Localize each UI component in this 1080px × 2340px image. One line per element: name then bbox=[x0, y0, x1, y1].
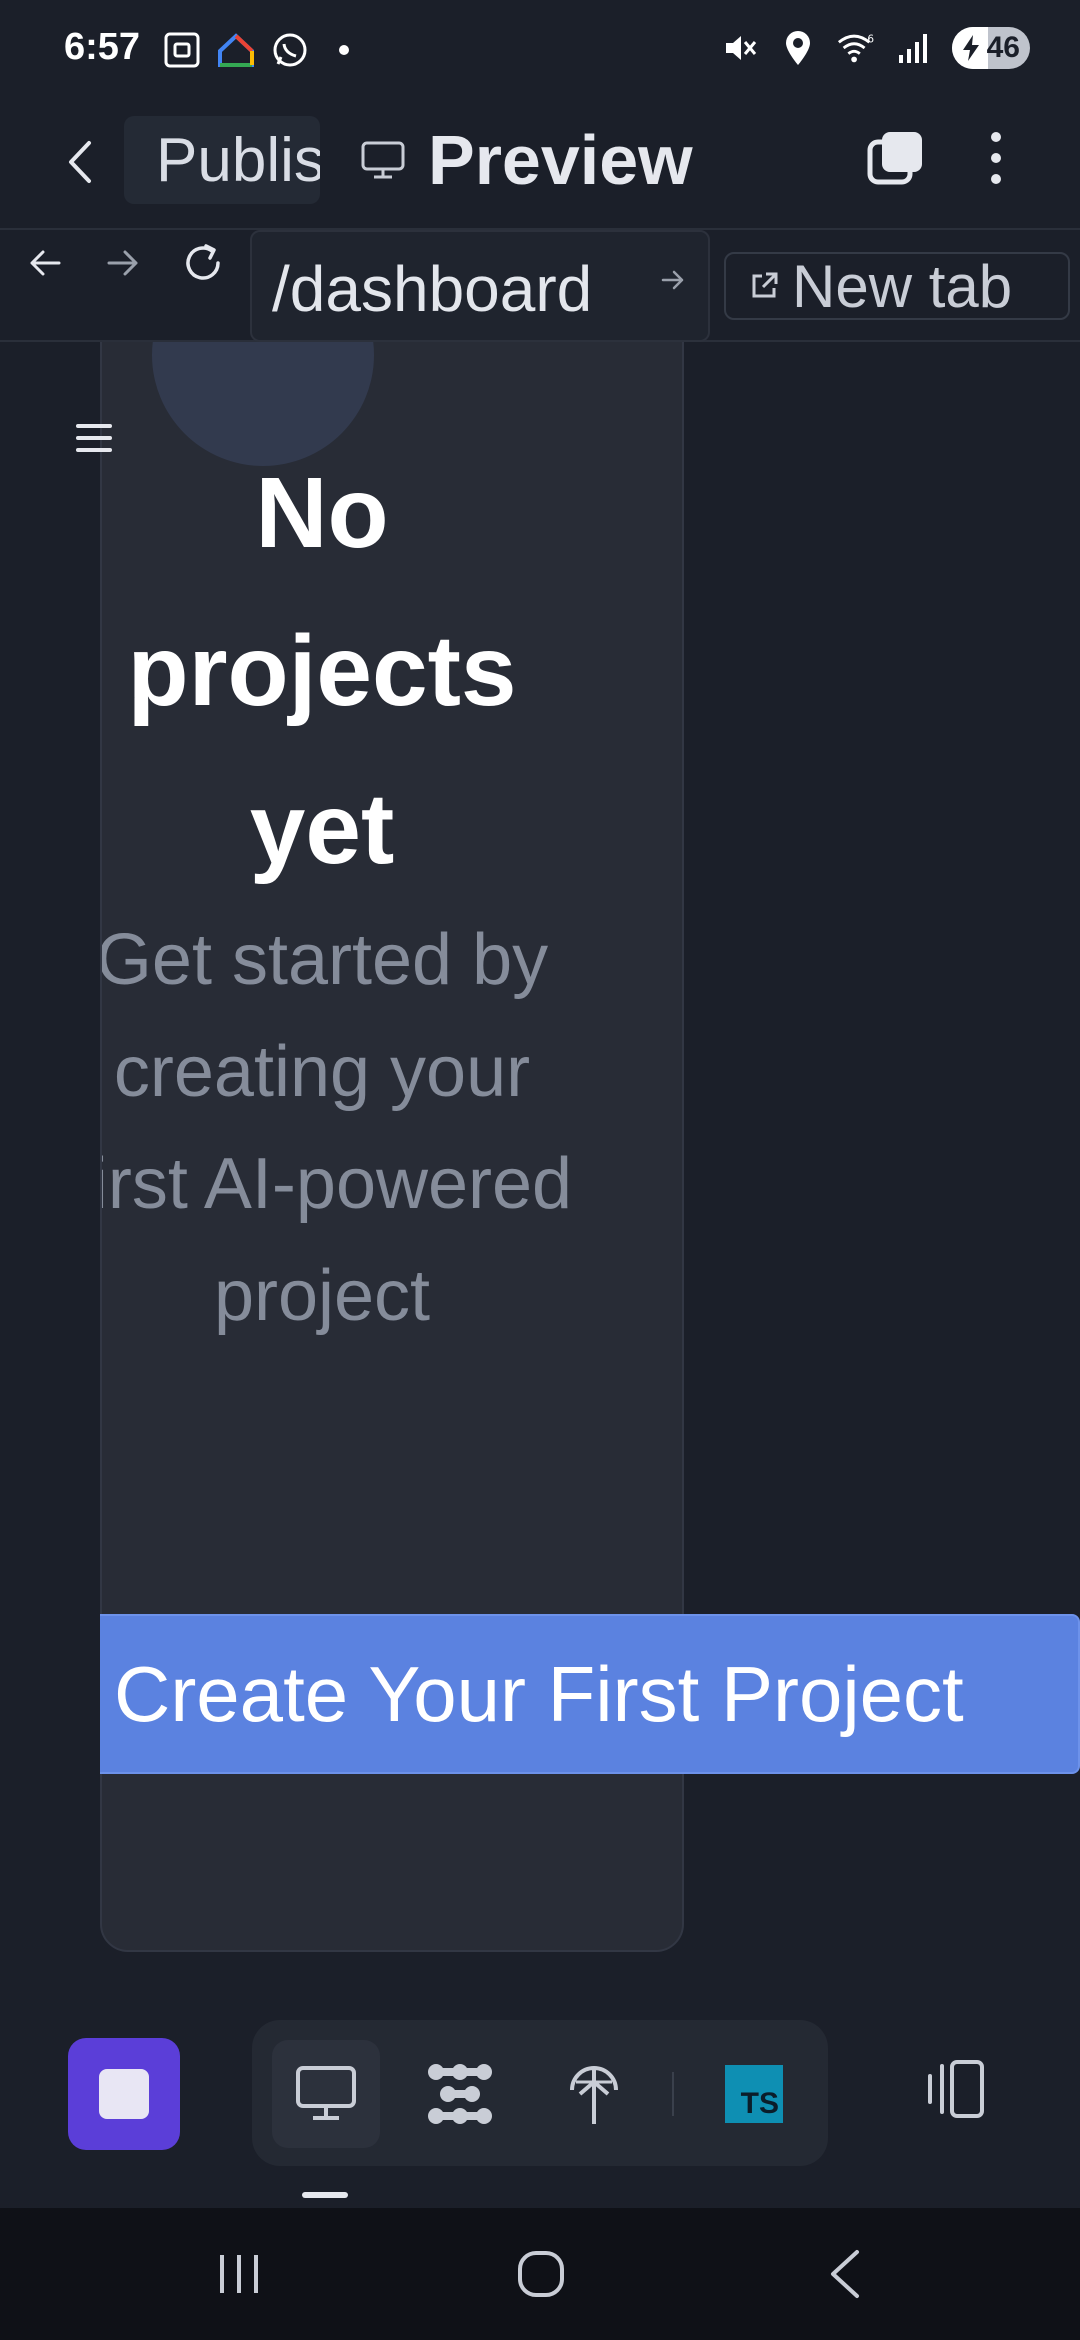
system-navigation-bar bbox=[0, 2208, 1080, 2340]
arrow-left-icon bbox=[30, 250, 61, 276]
mute-icon bbox=[720, 26, 760, 70]
screenshot-icon bbox=[162, 28, 202, 72]
browser-forward-button[interactable] bbox=[98, 238, 148, 288]
toolbar-divider bbox=[672, 2072, 674, 2116]
chevron-left-icon bbox=[831, 2250, 859, 2298]
tool-publish[interactable] bbox=[540, 2040, 648, 2148]
monitor-icon bbox=[361, 141, 405, 179]
stop-button[interactable] bbox=[68, 2038, 180, 2150]
stop-icon bbox=[99, 2069, 149, 2119]
system-back-button[interactable] bbox=[810, 2244, 880, 2304]
url-text: /dashboard bbox=[272, 253, 593, 325]
typescript-icon: TS bbox=[725, 2065, 783, 2123]
status-bar: 6:57 6 46 bbox=[0, 0, 1080, 100]
browser-reload-button[interactable] bbox=[178, 238, 228, 288]
tab-preview-label: Preview bbox=[428, 121, 693, 199]
chevron-left-icon bbox=[69, 141, 91, 183]
device-toggle-button[interactable] bbox=[916, 2044, 996, 2134]
empty-state-subtitle: Get started by creating your first AI-po… bbox=[100, 920, 573, 1336]
more-dot-icon bbox=[991, 132, 1001, 142]
menu-line bbox=[76, 448, 112, 452]
status-left-icons bbox=[162, 28, 364, 72]
go-arrow-icon[interactable] bbox=[660, 268, 686, 292]
tab-preview[interactable]: Preview bbox=[360, 116, 693, 204]
browser-back-button[interactable] bbox=[20, 238, 70, 288]
notification-dot-icon bbox=[324, 28, 364, 72]
home-icon bbox=[518, 2251, 564, 2297]
screen: 6:57 6 46 Publis Preview /dashboard New … bbox=[0, 0, 1080, 2340]
svg-text:6: 6 bbox=[867, 33, 874, 45]
menu-line bbox=[76, 424, 112, 428]
device-mobile-icon bbox=[928, 2060, 984, 2118]
status-right-icons: 6 46 bbox=[720, 26, 1030, 70]
tool-nodes[interactable] bbox=[406, 2040, 514, 2148]
bottom-toolbar: TS bbox=[0, 2002, 1080, 2208]
more-dot-icon bbox=[991, 153, 1001, 163]
create-first-project-label: Create Your First Project bbox=[114, 1649, 964, 1738]
signal-icon bbox=[894, 26, 934, 70]
typescript-label: TS bbox=[740, 2087, 779, 2120]
monitor-icon bbox=[296, 2066, 356, 2120]
hamburger-menu-button[interactable] bbox=[76, 420, 112, 456]
layers-icon bbox=[867, 132, 922, 185]
url-input[interactable]: /dashboard bbox=[250, 230, 710, 342]
publish-antenna-icon bbox=[570, 2066, 618, 2124]
battery-percent: 46 bbox=[986, 31, 1020, 64]
reload-icon bbox=[186, 244, 220, 280]
empty-state-title: No projects yet bbox=[127, 457, 517, 885]
new-tab-label: New tab bbox=[792, 252, 1013, 320]
tool-group: TS bbox=[252, 2020, 828, 2166]
tab-publish-label: Publish bbox=[156, 125, 320, 195]
create-first-project-button[interactable]: Create Your First Project bbox=[100, 1614, 1080, 1774]
charging-bolt-icon bbox=[963, 35, 979, 61]
status-time: 6:57 bbox=[64, 26, 141, 68]
tab-publish[interactable]: Publish bbox=[124, 116, 320, 204]
menu-line bbox=[76, 436, 112, 440]
tool-typescript[interactable]: TS bbox=[700, 2040, 808, 2148]
preview-content: No projects yet Get started by creating … bbox=[0, 342, 1080, 2002]
recent-apps-icon bbox=[220, 2255, 258, 2293]
google-home-icon bbox=[216, 28, 256, 72]
home-button[interactable] bbox=[506, 2244, 576, 2304]
open-new-tab-button[interactable]: New tab bbox=[724, 252, 1070, 320]
active-tool-indicator bbox=[302, 2192, 348, 2198]
app-header: Publish Preview bbox=[0, 108, 1080, 218]
tabs-switcher-button[interactable] bbox=[866, 128, 926, 188]
wifi-icon: 6 bbox=[836, 26, 876, 70]
arrow-right-icon bbox=[107, 250, 138, 276]
more-dot-icon bbox=[991, 174, 1001, 184]
nodes-icon bbox=[428, 2064, 492, 2124]
whatsapp-icon bbox=[270, 28, 310, 72]
back-button[interactable] bbox=[50, 132, 110, 192]
recent-apps-button[interactable] bbox=[204, 2244, 274, 2304]
location-icon bbox=[778, 26, 818, 70]
battery-icon: 46 bbox=[952, 27, 1030, 69]
browser-bar: /dashboard New tab bbox=[0, 228, 1080, 342]
external-link-icon bbox=[752, 272, 778, 298]
more-options-button[interactable] bbox=[974, 126, 1018, 190]
tool-preview[interactable] bbox=[272, 2040, 380, 2148]
